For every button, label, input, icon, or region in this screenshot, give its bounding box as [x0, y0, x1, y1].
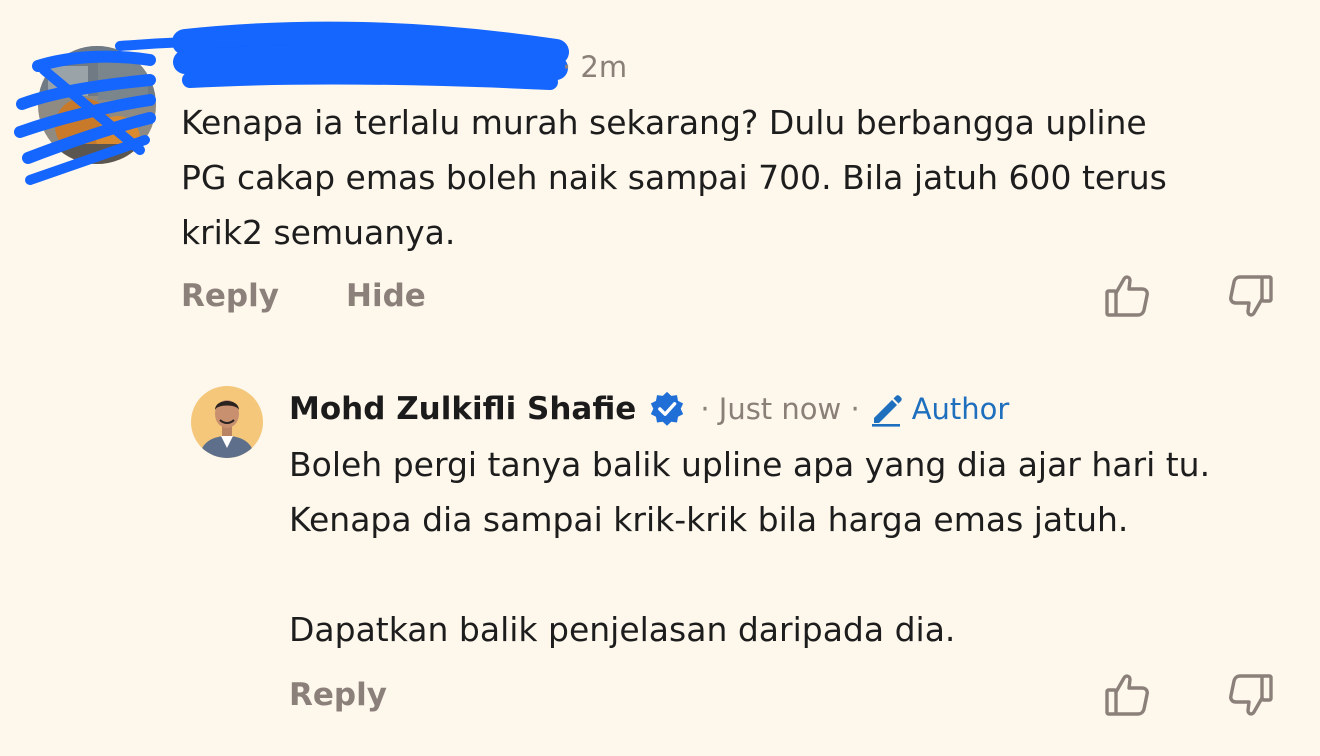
thumbs-down-icon[interactable] [1226, 273, 1274, 321]
thumbs-up-icon[interactable] [1104, 670, 1152, 718]
thumbs-up-icon[interactable] [1104, 271, 1152, 319]
comment-line: Kenapa ia terlalu murah sekarang? Dulu b… [181, 103, 1147, 142]
comment-thread: · 2m Kenapa ia terlalu murah sekarang? D… [0, 0, 1320, 756]
hide-button[interactable]: Hide [346, 278, 426, 314]
reply-text: Boleh pergi tanya balik upline apa yang … [289, 437, 1210, 657]
reply-button[interactable]: Reply [289, 677, 387, 713]
comment-line: PG cakap emas boleh naik sampai 700. Bil… [181, 158, 1167, 197]
author-badge: Author [911, 392, 1010, 426]
reply-line: Boleh pergi tanya balik upline apa yang … [289, 445, 1211, 484]
comment-text: Kenapa ia terlalu murah sekarang? Dulu b… [181, 95, 1167, 260]
reply-line [289, 547, 1210, 602]
commenter-avatar[interactable] [38, 46, 156, 164]
verified-check-icon [651, 391, 684, 426]
reply-header: Mohd Zulkifli Shafie · Just now · Author [289, 387, 1009, 431]
thumbs-down-icon[interactable] [1226, 672, 1274, 720]
pencil-icon [871, 395, 902, 427]
reply-line: Kenapa dia sampai krik-krik bila harga e… [289, 500, 1129, 539]
reply-line: Dapatkan balik penjelasan daripada dia. [289, 610, 956, 649]
comment-line: krik2 semuanya. [181, 213, 456, 252]
author-avatar[interactable] [191, 386, 263, 458]
reply-timestamp: · Just now · [700, 392, 860, 426]
reply-button[interactable]: Reply [181, 278, 279, 314]
comment-timestamp: · 2m [562, 50, 628, 84]
author-name[interactable]: Mohd Zulkifli Shafie [289, 391, 636, 427]
